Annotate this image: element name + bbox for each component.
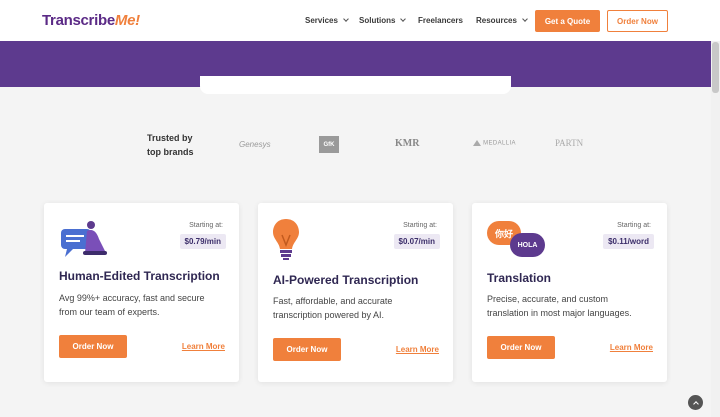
site-header: TranscribeMe! Services Solutions Freelan… [0,0,720,41]
service-card-ai: Starting at: $0.07/min AI-Powered Transc… [258,203,453,382]
starting-at-label: Starting at: [189,222,223,229]
card-description: Fast, affordable, and accurate transcrip… [273,296,393,320]
price-badge: $0.11/word [603,234,654,249]
nav-services[interactable]: Services [305,16,349,25]
gfk-logo: GfK [319,136,339,153]
service-card-translation: 你好 HOLA Starting at: $0.11/word Translat… [472,203,667,382]
scrollbar-track[interactable] [711,41,720,417]
learn-more-link[interactable]: Learn More [610,343,653,352]
scroll-to-top-button[interactable] [688,395,703,410]
medallia-logo: MEDALLIA [473,140,516,147]
trusted-by-label: Trusted by top brands [147,131,194,159]
lightbulb-icon [273,219,299,260]
scrollbar-thumb[interactable] [712,42,719,93]
order-now-header-button[interactable]: Order Now [607,10,668,32]
partners-logo: PARTN [555,138,584,148]
order-now-button[interactable]: Order Now [487,336,555,359]
genesys-logo: Genesys [239,140,271,149]
person-chat-illustration-icon [61,221,107,257]
order-now-button[interactable]: Order Now [59,335,127,358]
medallia-mark-icon [473,140,481,146]
transcribeme-logo[interactable]: TranscribeMe! [42,12,140,29]
card-description: Precise, accurate, and custom translatio… [487,294,632,318]
learn-more-link[interactable]: Learn More [396,345,439,354]
card-description: Avg 99%+ accuracy, fast and secure from … [59,293,205,317]
nav-services-label: Services [305,16,338,25]
nav-solutions-label: Solutions [359,16,396,25]
nav-freelancers-label: Freelancers [418,16,463,25]
nav-freelancers[interactable]: Freelancers [418,16,463,25]
get-a-quote-button[interactable]: Get a Quote [535,10,600,32]
chevron-up-icon [692,400,699,407]
trusted-line-1: Trusted by [147,133,193,143]
chevron-down-icon [343,16,349,22]
service-card-human: Starting at: $0.79/min Human-Edited Tran… [44,203,239,382]
kmr-logo: KMR [395,138,420,149]
hero-banner [0,41,720,94]
price-badge: $0.07/min [393,234,440,249]
hero-search-card [200,76,511,94]
nav-resources[interactable]: Resources [476,16,528,25]
card-title: Translation [487,271,552,285]
chevron-down-icon [522,16,528,22]
starting-at-label: Starting at: [617,222,651,229]
trusted-line-2: top brands [147,147,194,157]
card-title: Human-Edited Transcription [59,269,220,283]
chevron-down-icon [400,16,407,22]
card-title: AI-Powered Transcription [273,273,419,287]
nav-solutions[interactable]: Solutions [359,16,407,25]
medallia-text: MEDALLIA [483,140,516,147]
price-badge: $0.79/min [179,234,226,249]
learn-more-link[interactable]: Learn More [182,342,225,351]
hola-speech-bubble: HOLA [510,233,545,257]
starting-at-label: Starting at: [403,222,437,229]
order-now-button[interactable]: Order Now [273,338,341,361]
nav-resources-label: Resources [476,16,517,25]
